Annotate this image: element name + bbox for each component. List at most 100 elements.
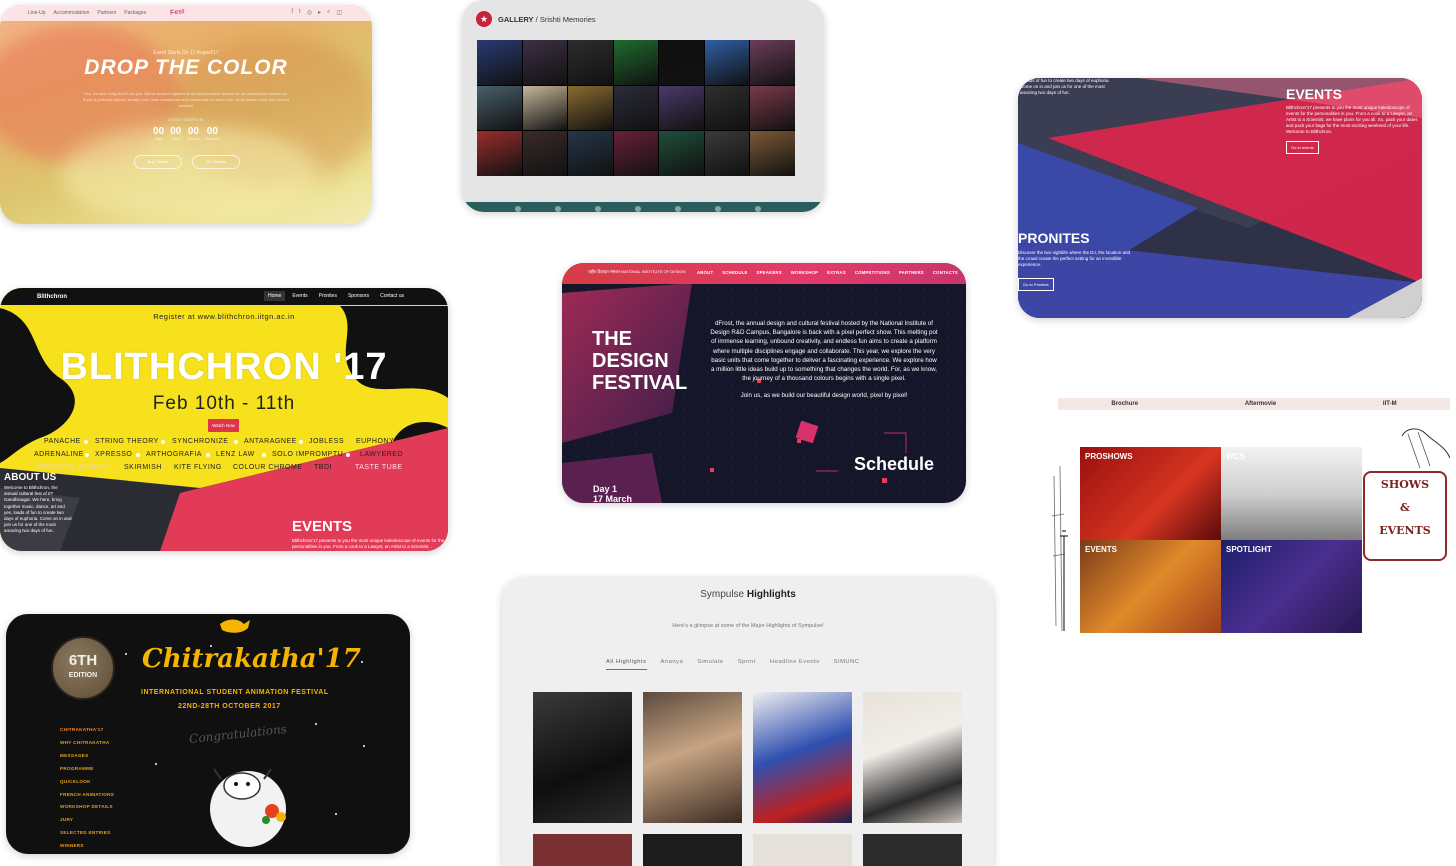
- highlight-photo[interactable]: [753, 834, 852, 866]
- highlight-photo[interactable]: [533, 834, 632, 866]
- menu-item[interactable]: WORKSHOP DETAILS: [60, 801, 114, 814]
- event-item[interactable]: TBDI: [314, 464, 332, 471]
- gallery-photo[interactable]: [613, 131, 659, 176]
- tab-headline-events[interactable]: Headline Events: [770, 659, 820, 670]
- tab-all-highlights[interactable]: All Highlights: [606, 659, 647, 670]
- carousel-dot[interactable]: [555, 206, 561, 212]
- menu-item[interactable]: MESSAGES: [60, 750, 114, 763]
- menu-item[interactable]: JURY: [60, 814, 114, 827]
- gallery-photo[interactable]: [477, 131, 522, 176]
- event-item[interactable]: INFORMAL EVENTS: [36, 464, 109, 471]
- gallery-photo[interactable]: [659, 85, 704, 131]
- nav-contacts[interactable]: CONTACTS: [933, 270, 958, 275]
- gallery-photo[interactable]: [613, 85, 659, 131]
- youtube-icon[interactable]: ▸: [318, 9, 321, 16]
- nav-pronites[interactable]: Pronites: [315, 291, 341, 301]
- highlight-photo[interactable]: [863, 834, 962, 866]
- carousel-dot[interactable]: [715, 206, 721, 212]
- carousel-dot[interactable]: [755, 206, 761, 212]
- carousel-dot[interactable]: [515, 206, 521, 212]
- event-item[interactable]: XPRESSO: [95, 451, 132, 458]
- gallery-photo[interactable]: [704, 85, 750, 131]
- nav-workshop[interactable]: WORKSHOP: [791, 270, 818, 275]
- gallery-photo[interactable]: [522, 131, 568, 176]
- nav-partners[interactable]: PARTNERS: [899, 270, 924, 275]
- gallery-photo[interactable]: [659, 40, 704, 85]
- chitrakatha-card[interactable]: 6TH EDITION Chitrakatha'17 INTERNATIONAL…: [6, 614, 410, 854]
- menu-item[interactable]: WHY CHITRAKATHA: [60, 737, 114, 750]
- festival-logo[interactable]: Chitrakatha'17: [142, 644, 361, 674]
- gallery-photo[interactable]: [704, 40, 750, 85]
- gallery-photo[interactable]: [613, 40, 659, 85]
- site-logo[interactable]: Fest: [170, 8, 185, 16]
- event-item[interactable]: SKIRMISH: [124, 464, 162, 471]
- nav-speakers[interactable]: SPEAKERS: [757, 270, 782, 275]
- menu-item[interactable]: QUICKLOOK: [60, 776, 114, 789]
- gallery-photo[interactable]: [659, 131, 704, 176]
- wcs-tile[interactable]: WCS: [1221, 447, 1362, 540]
- highlight-photo[interactable]: [643, 834, 742, 866]
- event-item[interactable]: SOLO IMPROMPTU: [272, 451, 343, 458]
- nav-home[interactable]: Home: [263, 291, 286, 301]
- event-item[interactable]: PANACHE: [44, 438, 81, 445]
- search-icon[interactable]: ⌕: [327, 9, 330, 16]
- gallery-photo[interactable]: [568, 131, 613, 176]
- event-item[interactable]: KITE FLYING: [174, 464, 222, 471]
- gallery-photo[interactable]: [750, 40, 795, 85]
- menu-item[interactable]: FRENCH ANIMATIONS: [60, 789, 114, 802]
- iitm-link[interactable]: IIT-M: [1383, 401, 1397, 407]
- nav-extras[interactable]: EXTRAS: [827, 270, 846, 275]
- register-link[interactable]: Register at www.blithchron.iitgn.ac.in: [0, 312, 448, 321]
- go-to-events-button[interactable]: Go to events: [1286, 141, 1319, 154]
- proshows-tile[interactable]: PROSHOWS: [1080, 447, 1221, 540]
- carousel-dot[interactable]: [595, 206, 601, 212]
- gallery-photo[interactable]: [568, 85, 613, 131]
- tab-sprint[interactable]: Sprint: [738, 659, 756, 670]
- gallery-photo[interactable]: [477, 40, 522, 85]
- event-item[interactable]: ADRENALINE: [34, 451, 84, 458]
- menu-item[interactable]: CHITRAKATHA'17: [60, 724, 114, 737]
- nav-link[interactable]: Partners: [97, 10, 116, 16]
- nav-link[interactable]: Line-Up: [28, 10, 46, 16]
- event-item[interactable]: STRING THEORY: [95, 438, 159, 445]
- highlight-photo[interactable]: [643, 692, 742, 823]
- event-item[interactable]: ARTHOGRAFIA: [146, 451, 202, 458]
- gallery-card[interactable]: ★ GALLERY / Srishti Memories: [462, 0, 824, 212]
- get-details-button[interactable]: Get Details: [192, 155, 240, 169]
- events-pronites-card[interactable]: ...loads of fun to create two days of eu…: [1018, 78, 1422, 318]
- instagram-icon[interactable]: ◎: [307, 9, 312, 16]
- gallery-photo[interactable]: [750, 85, 795, 131]
- event-item[interactable]: ANTARAGNEE: [244, 438, 297, 445]
- event-item[interactable]: LAWYERED: [360, 451, 403, 458]
- buy-tickets-button[interactable]: Buy Tickets: [134, 155, 182, 169]
- menu-item[interactable]: PROGRAMME: [60, 763, 114, 776]
- aftermovie-link[interactable]: Aftermovie: [1245, 401, 1276, 407]
- events-tile[interactable]: EVENTS: [1080, 540, 1221, 633]
- event-item[interactable]: JOBLESS: [309, 438, 344, 445]
- drop-the-color-card[interactable]: Line-Up Accommodation Partners Packages …: [0, 5, 372, 224]
- twitter-icon[interactable]: t: [299, 9, 301, 16]
- gallery-photo[interactable]: [704, 131, 750, 176]
- spotlight-tile[interactable]: SPOTLIGHT: [1221, 540, 1362, 633]
- tab-ananya[interactable]: Ananya: [661, 659, 684, 670]
- carousel-dot[interactable]: [635, 206, 641, 212]
- carousel-dot[interactable]: [675, 206, 681, 212]
- go-to-pronites-button[interactable]: Go to Pronites: [1018, 278, 1054, 291]
- gallery-photo[interactable]: [477, 85, 522, 131]
- nav-contact[interactable]: Contact us: [376, 291, 408, 301]
- event-item[interactable]: LENZ LAW: [216, 451, 255, 458]
- event-item[interactable]: TASTE TUBE: [355, 464, 403, 471]
- event-item[interactable]: COLOUR CHROME: [233, 464, 303, 471]
- menu-item[interactable]: SELECTED ENTRIES: [60, 827, 114, 840]
- design-festival-card[interactable]: राष्ट्रीय डिज़ाइन संस्थान NATIONAL INSTI…: [562, 263, 966, 503]
- nav-competitions[interactable]: COMPETITIONS: [855, 270, 890, 275]
- facebook-icon[interactable]: f: [291, 9, 293, 16]
- highlight-photo[interactable]: [753, 692, 852, 823]
- nav-schedule[interactable]: SCHEDULE: [722, 270, 747, 275]
- nav-link[interactable]: Accommodation: [54, 10, 90, 16]
- cart-icon[interactable]: ◫: [336, 9, 342, 16]
- nid-logo[interactable]: राष्ट्रीय डिज़ाइन संस्थान NATIONAL INSTI…: [588, 269, 686, 275]
- gallery-photo[interactable]: [522, 40, 568, 85]
- gallery-photo[interactable]: [750, 131, 795, 176]
- nav-about[interactable]: ABOUT: [697, 270, 713, 275]
